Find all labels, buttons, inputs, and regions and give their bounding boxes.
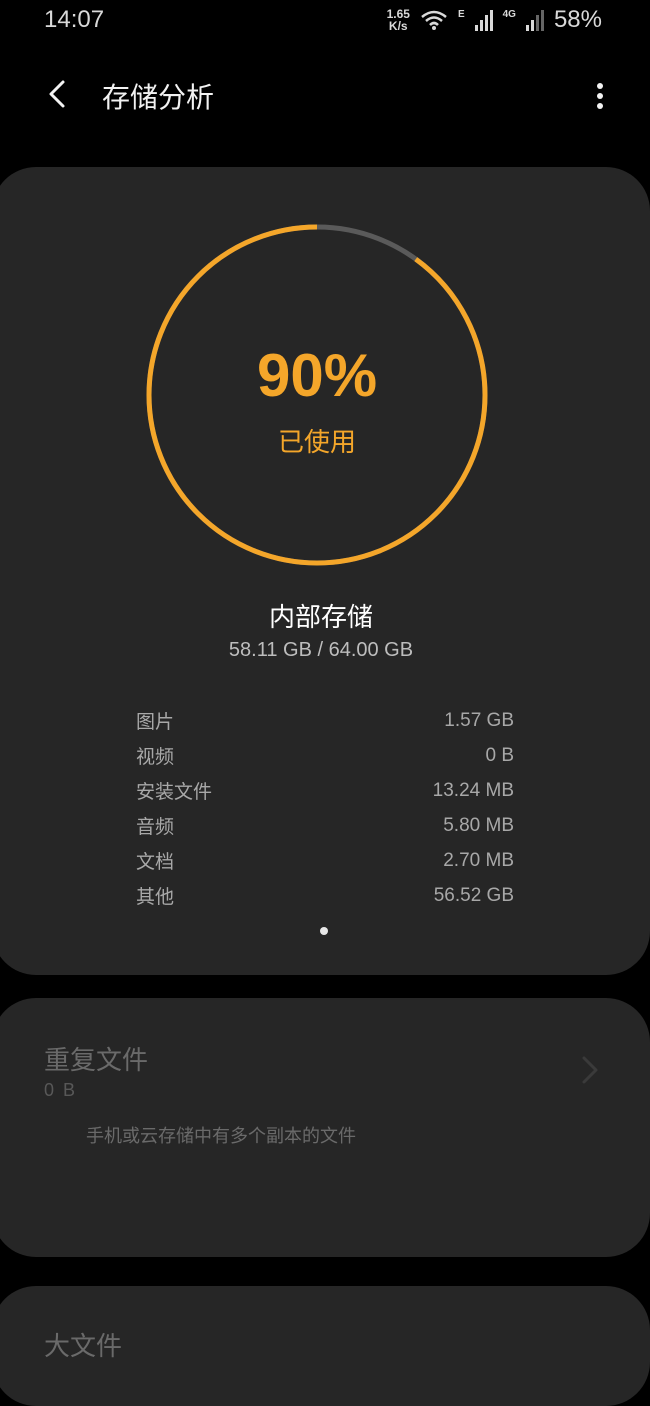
page-title: 存储分析 bbox=[102, 81, 215, 114]
used-percent: 90% bbox=[256, 342, 378, 409]
status-icons: 1.65 K/s E 4G 58% bbox=[387, 6, 602, 34]
storage-name: 内部存储 bbox=[268, 603, 373, 633]
breakdown-label: 安装文件 bbox=[136, 781, 213, 803]
breakdown-row: 视频 0 B bbox=[136, 738, 514, 773]
breakdown-label: 视频 bbox=[136, 746, 175, 768]
breakdown-row: 文档 2.70 MB bbox=[136, 843, 514, 878]
back-arrow-icon[interactable] bbox=[40, 76, 76, 112]
breakdown-label: 音频 bbox=[136, 816, 175, 838]
breakdown-value: 5.80 MB bbox=[443, 814, 514, 836]
breakdown-label: 图片 bbox=[136, 711, 175, 733]
wifi-icon bbox=[421, 10, 447, 30]
signal-icon-1 bbox=[474, 9, 493, 31]
more-vert-icon[interactable] bbox=[588, 78, 612, 114]
breakdown-row: 安装文件 13.24 MB bbox=[136, 773, 514, 808]
network-speed-unit: K/s bbox=[388, 19, 408, 33]
breakdown-label: 文档 bbox=[136, 851, 175, 873]
network-speed: 1.65 K/s bbox=[387, 8, 410, 32]
large-files-title: 大文件 bbox=[44, 1332, 123, 1362]
breakdown-value: 0 B bbox=[485, 744, 514, 766]
breakdown-value: 56.52 GB bbox=[433, 884, 514, 906]
breakdown-row: 图片 1.57 GB bbox=[136, 703, 514, 738]
page-indicator-dot bbox=[320, 927, 328, 935]
duplicate-files-title: 重复文件 bbox=[44, 1046, 149, 1076]
status-time: 14:07 bbox=[44, 6, 105, 33]
duplicate-files-card[interactable]: 重复文件 0 B 手机或云存储中有多个副本的文件 bbox=[0, 998, 650, 1257]
chevron-right-icon bbox=[582, 1056, 598, 1084]
duplicate-files-size: 0 B bbox=[44, 1080, 78, 1100]
storage-amount: 58.11 GB / 64.00 GB bbox=[228, 639, 414, 661]
breakdown-value: 2.70 MB bbox=[443, 849, 514, 871]
storage-card[interactable]: 90% 已使用 内部存储 58.11 GB / 64.00 GB 图片 1.57… bbox=[0, 167, 650, 975]
breakdown-row: 其他 56.52 GB bbox=[136, 878, 514, 913]
used-label: 已使用 bbox=[277, 428, 356, 458]
breakdown-row: 音频 5.80 MB bbox=[136, 808, 514, 843]
breakdown-label: 其他 bbox=[136, 886, 175, 908]
status-bar: 14:07 1.65 K/s E 4G 58% bbox=[0, 0, 650, 48]
duplicate-files-description: 手机或云存储中有多个副本的文件 bbox=[86, 1126, 356, 1147]
battery-level: 58% bbox=[553, 6, 602, 33]
breakdown-value: 13.24 MB bbox=[432, 779, 514, 801]
app-bar: 存储分析 bbox=[0, 60, 650, 132]
network-type-4g: 4G bbox=[502, 8, 516, 20]
storage-breakdown: 图片 1.57 GB 视频 0 B 安装文件 13.24 MB 音频 5.80 … bbox=[136, 703, 514, 913]
signal-icon-2 bbox=[525, 9, 544, 31]
network-type-e: E bbox=[457, 8, 465, 20]
breakdown-value: 1.57 GB bbox=[444, 709, 514, 731]
large-files-card[interactable]: 大文件 bbox=[0, 1286, 650, 1406]
